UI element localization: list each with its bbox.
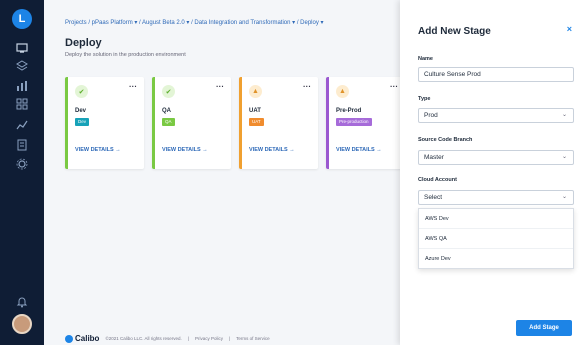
left-nav: L: [0, 0, 44, 345]
warning-icon: ▲: [336, 85, 349, 98]
check-icon: ✔: [75, 85, 88, 98]
add-stage-panel: Add New Stage × Name Culture Sense Prod …: [400, 0, 584, 345]
settings-icon[interactable]: [15, 158, 29, 170]
privacy-policy-link[interactable]: Privacy Policy: [195, 336, 223, 341]
more-options-icon[interactable]: ···: [303, 82, 311, 91]
stage-cards: ✔ ··· Dev Dev VIEW DETAILS → ✔ ··· QA QA…: [65, 77, 405, 169]
footer-divider: |: [229, 336, 231, 341]
type-value: Prod: [424, 112, 438, 119]
name-input[interactable]: Culture Sense Prod: [418, 67, 574, 82]
bell-icon[interactable]: [15, 296, 29, 308]
footer: Calibo ©2021 Calibo LLC. All rights rese…: [65, 334, 270, 343]
branch-select[interactable]: Master ⌄: [418, 150, 574, 165]
monitor-icon[interactable]: [15, 42, 29, 54]
check-icon: ✔: [162, 85, 175, 98]
app-logo[interactable]: L: [12, 9, 32, 29]
view-details-link[interactable]: VIEW DETAILS →: [336, 147, 382, 153]
add-stage-button[interactable]: Add Stage: [516, 320, 572, 336]
stage-badge: UAT: [249, 118, 264, 126]
main-content: Projects / pPaas Platform ▾ / August Bet…: [44, 0, 405, 345]
stage-card-dev[interactable]: ✔ ··· Dev Dev VIEW DETAILS →: [65, 77, 144, 169]
stage-card-qa[interactable]: ✔ ··· QA QA VIEW DETAILS →: [152, 77, 231, 169]
dropdown-option[interactable]: Azure Dev: [419, 249, 573, 269]
cloud-account-select[interactable]: Select ⌄: [418, 190, 574, 205]
footer-brand: Calibo: [65, 334, 99, 343]
list-icon[interactable]: [15, 139, 29, 151]
view-details-link[interactable]: VIEW DETAILS →: [162, 147, 208, 153]
page-title: Deploy: [65, 37, 102, 49]
terms-link[interactable]: Terms of Service: [236, 336, 270, 341]
calibo-logo-icon: [65, 334, 73, 343]
dropdown-option[interactable]: AWS QA: [419, 229, 573, 249]
chevron-down-icon: ⌄: [561, 154, 567, 160]
branch-value: Master: [424, 154, 444, 161]
type-label: Type: [418, 96, 431, 102]
breadcrumb[interactable]: Projects / pPaas Platform ▾ / August Bet…: [65, 19, 324, 26]
name-label: Name: [418, 56, 433, 62]
stage-name: QA: [162, 108, 171, 114]
more-options-icon[interactable]: ···: [129, 82, 137, 91]
cloud-account-dropdown: AWS Dev AWS QA Azure Dev: [418, 208, 574, 269]
chart-icon[interactable]: [15, 80, 29, 92]
brand-name: Calibo: [75, 334, 100, 343]
warning-icon: ▲: [249, 85, 262, 98]
more-options-icon[interactable]: ···: [390, 82, 398, 91]
branch-label: Source Code Branch: [418, 137, 473, 143]
stage-name: UAT: [249, 108, 261, 114]
trend-icon[interactable]: [15, 119, 29, 131]
grid-icon[interactable]: [15, 98, 29, 110]
stage-name: Dev: [75, 108, 87, 114]
stage-card-uat[interactable]: ▲ ··· UAT UAT VIEW DETAILS →: [239, 77, 318, 169]
layers-icon[interactable]: [15, 60, 29, 72]
stage-name: Pre-Prod: [336, 108, 362, 114]
chevron-down-icon: ⌄: [561, 112, 567, 118]
more-options-icon[interactable]: ···: [216, 82, 224, 91]
cloud-account-placeholder: Select: [424, 194, 443, 201]
page-subtitle: Deploy the solution in the production en…: [65, 52, 186, 58]
view-details-link[interactable]: VIEW DETAILS →: [249, 147, 295, 153]
avatar[interactable]: [12, 314, 32, 334]
view-details-link[interactable]: VIEW DETAILS →: [75, 147, 121, 153]
stage-badge: Dev: [75, 118, 90, 126]
copyright-text: ©2021 Calibo LLC. All rights reserved.: [105, 336, 182, 341]
footer-divider: |: [187, 336, 189, 341]
dropdown-option[interactable]: AWS Dev: [419, 209, 573, 229]
type-select[interactable]: Prod ⌄: [418, 108, 574, 123]
stage-badge: Pre-production: [336, 118, 372, 126]
stage-card-pre-prod[interactable]: ▲ ··· Pre-Prod Pre-production VIEW DETAI…: [326, 77, 405, 169]
chevron-down-icon: ⌄: [561, 194, 567, 200]
panel-title: Add New Stage: [418, 26, 491, 37]
close-icon[interactable]: ×: [567, 24, 572, 34]
stage-badge: QA: [162, 118, 175, 126]
cloud-account-label: Cloud Account: [418, 177, 457, 183]
